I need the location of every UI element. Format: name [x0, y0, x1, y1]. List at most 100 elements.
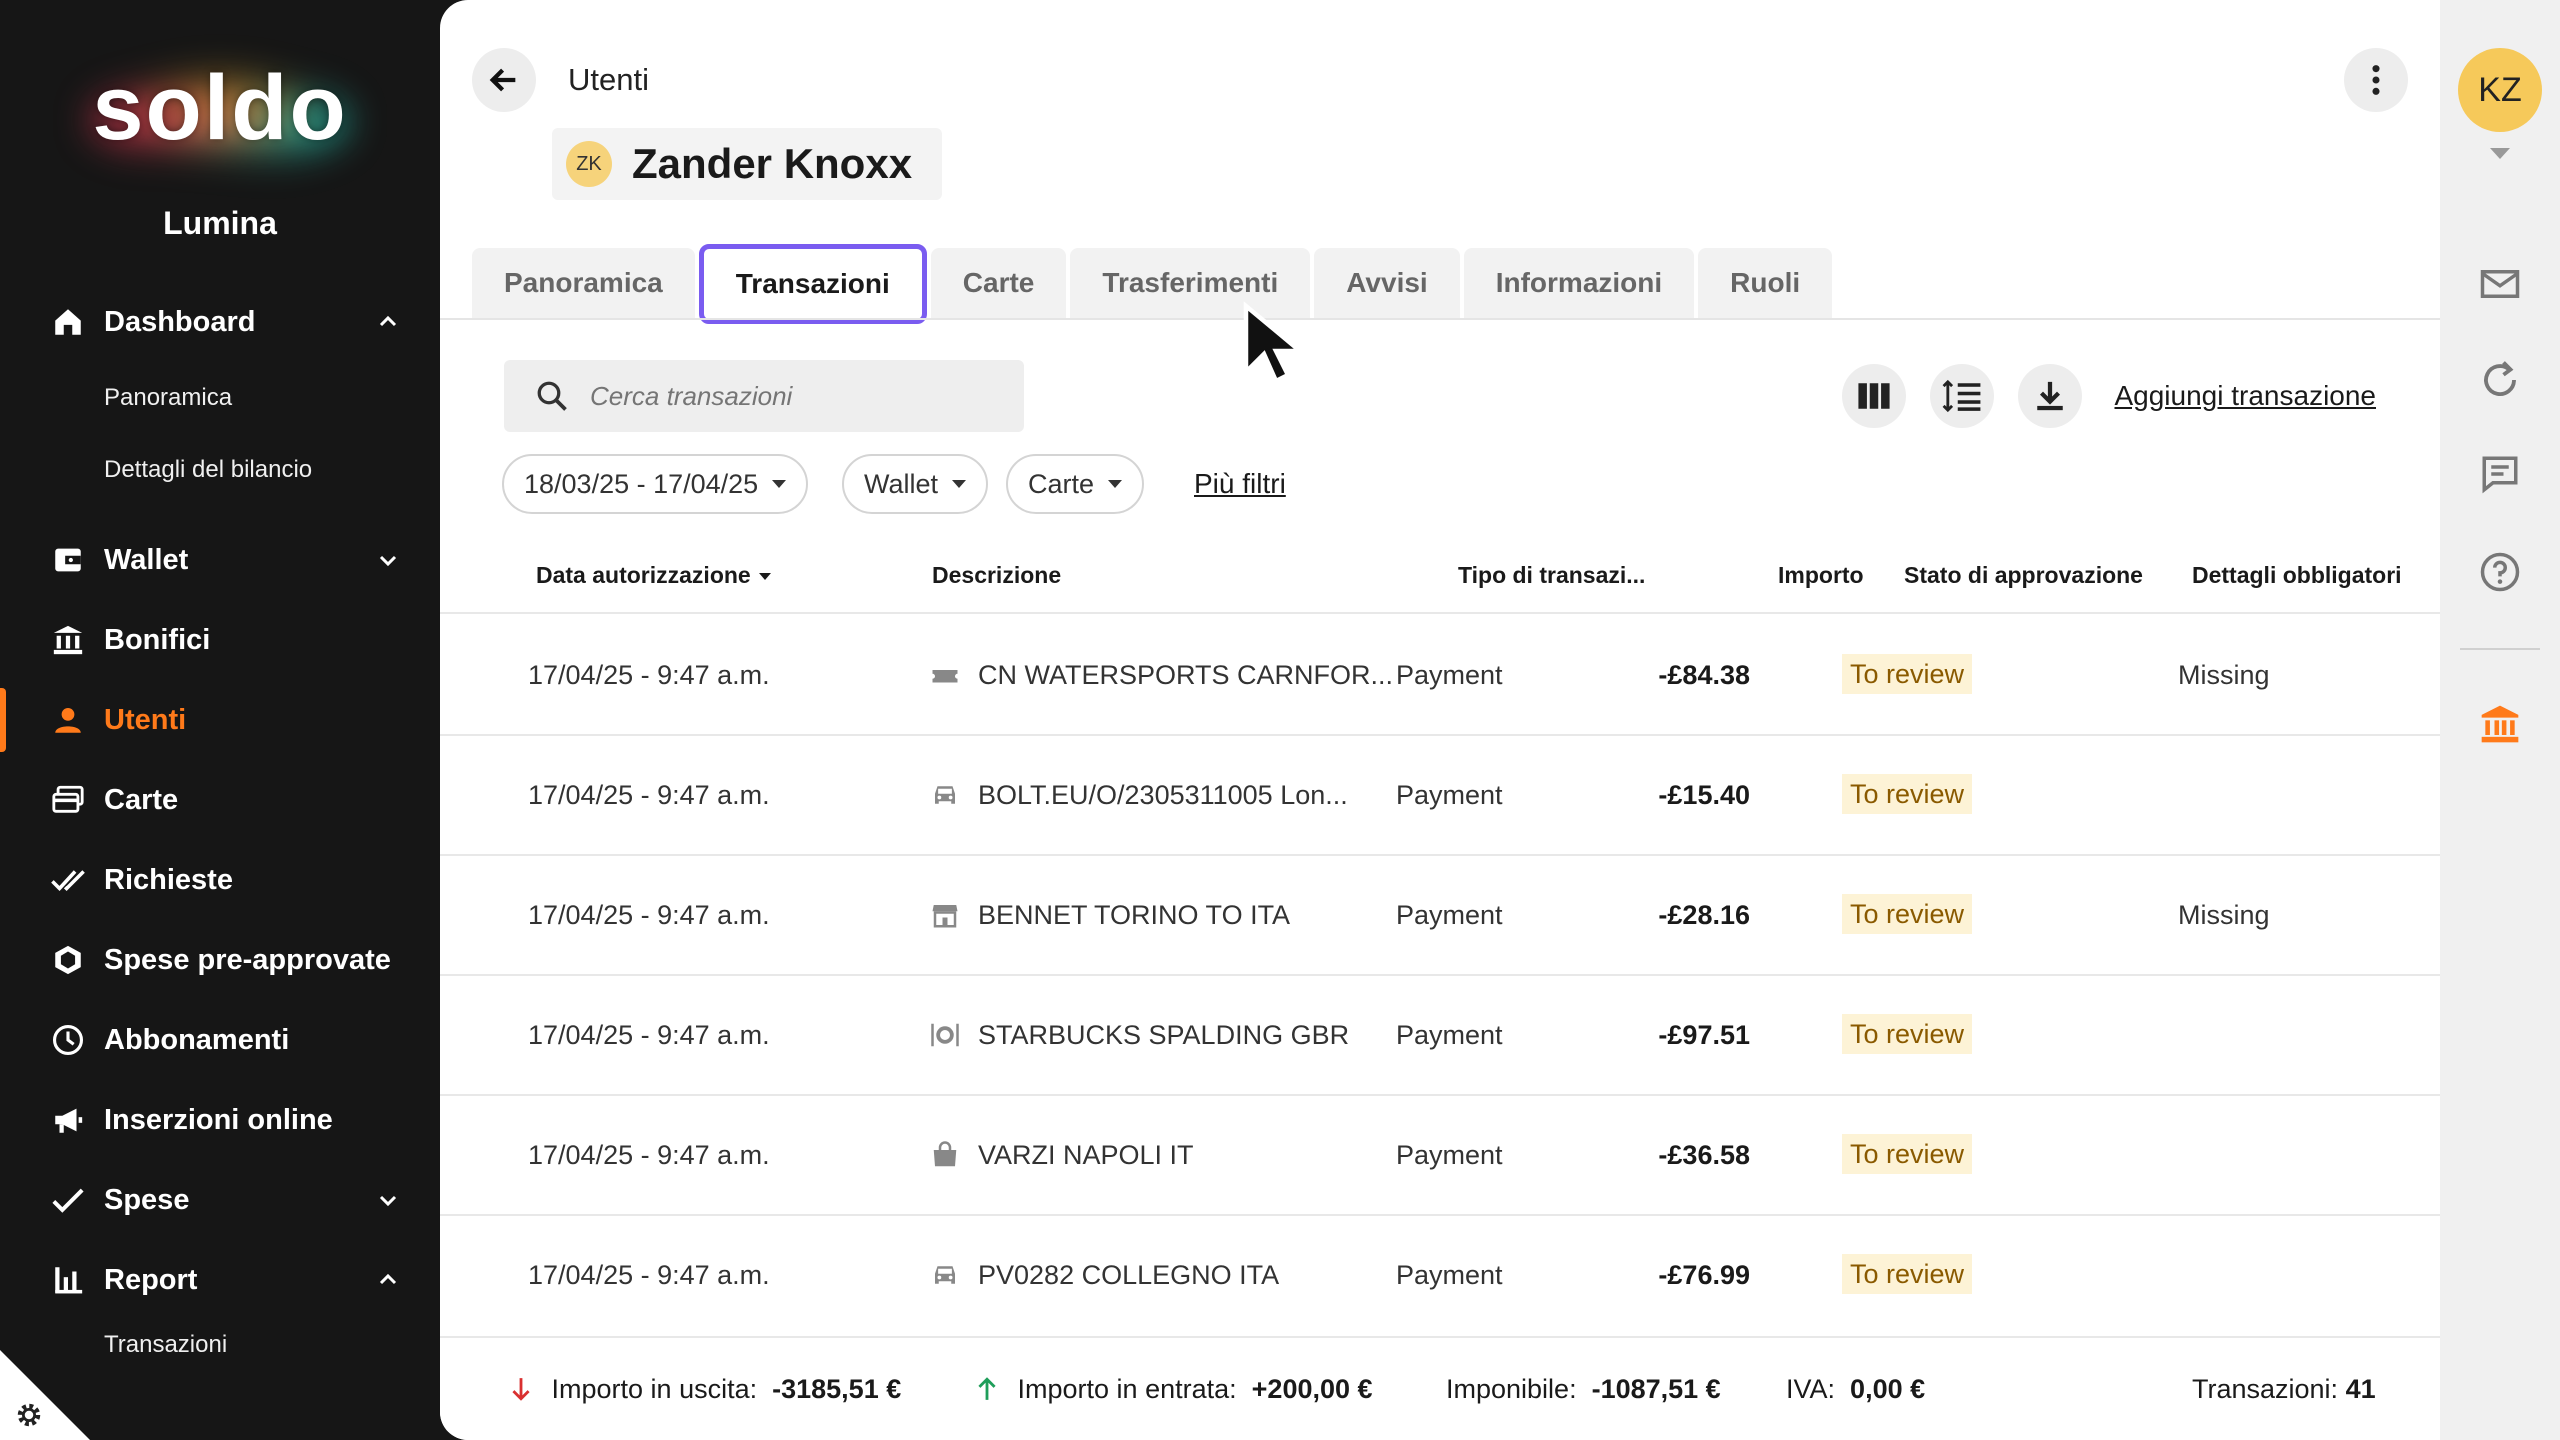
column-header-date[interactable]: Data autorizzazione — [536, 562, 771, 589]
search-input[interactable] — [590, 380, 1010, 412]
table-row[interactable]: 17/04/25 - 9:47 a.m. CN WATERSPORTS CARNF… — [440, 616, 2440, 736]
row-date: 17/04/25 - 9:47 a.m. — [528, 780, 770, 810]
table-header: Data autorizzazione Descrizione Tipo di … — [440, 550, 2440, 614]
table-row[interactable]: 17/04/25 - 9:47 a.m. PV0282 COLLEGNO ITA P… — [440, 1216, 2440, 1336]
sidebar-item-utenti[interactable]: Utenti — [0, 680, 440, 760]
taxable-total: Imponibile: -1087,51 € — [1446, 1374, 1721, 1404]
columns-button[interactable] — [1842, 364, 1906, 428]
row-amount: -£97.51 — [1658, 1020, 1750, 1050]
status-badge: To review — [1842, 1134, 1973, 1174]
row-description: BENNET TORINO TO ITA — [978, 900, 1291, 930]
row-description: CN WATERSPORTS CARNFOR... — [978, 660, 1394, 690]
row-description: STARBUCKS SPALDING GBR — [978, 1020, 1350, 1050]
vat-total: IVA: 0,00 € — [1786, 1374, 1926, 1404]
columns-icon — [1858, 383, 1890, 409]
table-row[interactable]: 17/04/25 - 9:47 a.m. VARZI NAPOLI IT Payme… — [440, 1096, 2440, 1216]
column-header-required-details[interactable]: Dettagli obbligatori — [2192, 562, 2402, 589]
column-header-type[interactable]: Tipo di transazi... — [1458, 562, 1645, 589]
refresh-button[interactable] — [2478, 358, 2522, 402]
row-type: Payment — [1396, 900, 1503, 930]
sidebar-item-bonifici[interactable]: Bonifici — [0, 600, 440, 680]
date-range-value: 18/03/25 - 17/04/25 — [524, 468, 759, 499]
sidebar-item-inserzioni-online[interactable]: Inserzioni online — [0, 1080, 440, 1160]
status-badge: To review — [1842, 894, 1973, 934]
sidebar-item-report[interactable]: Report — [0, 1240, 440, 1320]
column-header-approval[interactable]: Stato di approvazione — [1904, 562, 2143, 589]
more-options-button[interactable] — [2344, 48, 2408, 112]
sidebar-item-abbonamenti[interactable]: Abbonamenti — [0, 1000, 440, 1080]
sidebar-item-label: Abbonamenti — [104, 1023, 290, 1056]
user-icon — [50, 702, 86, 738]
soldo-logo[interactable]: soldo — [60, 50, 380, 190]
sort-caret-icon — [758, 573, 771, 581]
sidebar-item-label: Wallet — [104, 543, 189, 576]
check-icon — [50, 1182, 86, 1218]
sidebar-nav: Dashboard Panoramica Dettagli del bilanc… — [0, 282, 440, 1370]
bank-transfer-icon — [50, 622, 86, 658]
tab-informazioni[interactable]: Informazioni — [1463, 248, 1695, 318]
sidebar-item-carte[interactable]: Carte — [0, 760, 440, 840]
row-date: 17/04/25 - 9:47 a.m. — [528, 900, 770, 930]
double-check-icon — [50, 862, 86, 898]
sort-lines-icon — [1942, 379, 1981, 413]
search-icon — [537, 381, 567, 411]
row-type: Payment — [1396, 1140, 1503, 1170]
add-transaction-link[interactable]: Aggiungi transazione — [2114, 380, 2376, 412]
help-button[interactable] — [2478, 550, 2522, 594]
breadcrumb[interactable]: Utenti — [568, 62, 649, 98]
tab-panoramica[interactable]: Panoramica — [472, 248, 695, 318]
sidebar-item-wallet[interactable]: Wallet — [0, 520, 440, 600]
sidebar-item-spese[interactable]: Spese — [0, 1160, 440, 1240]
bar-chart-icon — [50, 1262, 86, 1298]
sidebar-item-spese-pre-approvate[interactable]: Spese pre-approvate — [0, 920, 440, 1000]
tab-avvisi[interactable]: Avvisi — [1314, 248, 1460, 318]
sidebar-item-dashboard[interactable]: Dashboard — [0, 282, 440, 362]
wallet-filter[interactable]: Wallet — [842, 454, 989, 514]
wallet-filter-value: Wallet — [864, 468, 939, 499]
chat-icon — [2482, 456, 2518, 494]
status-badge: To review — [1842, 654, 1973, 694]
date-range-filter[interactable]: 18/03/25 - 17/04/25 — [502, 454, 809, 514]
sidebar-item-label: Inserzioni online — [104, 1103, 333, 1136]
table-row[interactable]: 17/04/25 - 9:47 a.m. STARBUCKS SPALDING G… — [440, 976, 2440, 1096]
column-header-amount[interactable]: Importo — [1778, 562, 1864, 589]
user-header: ZK Zander Knoxx — [552, 128, 943, 200]
table-row[interactable]: 17/04/25 - 9:47 a.m. BOLT.EU/O/2305311005… — [440, 736, 2440, 856]
sidebar-item-label: Carte — [104, 783, 179, 816]
download-button[interactable] — [2018, 364, 2082, 428]
row-type: Payment — [1396, 1260, 1503, 1290]
tab-ruoli[interactable]: Ruoli — [1698, 248, 1833, 318]
cards-filter[interactable]: Carte — [1006, 454, 1145, 514]
more-filters-link[interactable]: Più filtri — [1194, 468, 1286, 500]
mouse-cursor-icon — [1243, 301, 1307, 385]
sidebar-subitem-panoramica[interactable]: Panoramica — [0, 362, 440, 434]
column-header-description[interactable]: Descrizione — [932, 562, 1061, 589]
ticket-icon — [930, 660, 960, 690]
density-button[interactable] — [1930, 364, 1994, 428]
row-amount: -£28.16 — [1658, 900, 1750, 930]
row-type: Payment — [1396, 660, 1503, 690]
account-caret-icon[interactable] — [2490, 148, 2510, 159]
search-box[interactable] — [504, 360, 1024, 432]
sidebar-item-label: Bonifici — [104, 623, 211, 656]
user-name: Zander Knoxx — [632, 140, 913, 187]
chat-button[interactable] — [2478, 452, 2522, 496]
main-panel: Utenti ZK Zander Knoxx Panoramica Transa… — [440, 0, 2440, 1440]
tab-carte[interactable]: Carte — [930, 248, 1067, 318]
help-icon — [2480, 552, 2520, 592]
sidebar-item-label: Report — [104, 1263, 198, 1296]
tab-transazioni[interactable]: Transazioni — [698, 244, 927, 324]
row-amount: -£36.58 — [1658, 1140, 1750, 1170]
account-avatar[interactable]: KZ — [2458, 48, 2542, 132]
tab-bar: Panoramica Transazioni Carte Trasferimen… — [472, 244, 1836, 324]
bank-button[interactable] — [2478, 702, 2522, 746]
car-icon — [930, 780, 960, 810]
store-icon — [930, 900, 960, 930]
sidebar-subitem-dettagli-bilancio[interactable]: Dettagli del bilancio — [0, 434, 440, 506]
sidebar-item-label: Spese — [104, 1183, 190, 1216]
sidebar-subitem-transazioni[interactable]: Transazioni — [0, 1320, 440, 1370]
table-row[interactable]: 17/04/25 - 9:47 a.m. BENNET TORINO TO ITA… — [440, 856, 2440, 976]
messages-button[interactable] — [2478, 262, 2522, 306]
back-button[interactable] — [472, 48, 536, 112]
sidebar-item-richieste[interactable]: Richieste — [0, 840, 440, 920]
